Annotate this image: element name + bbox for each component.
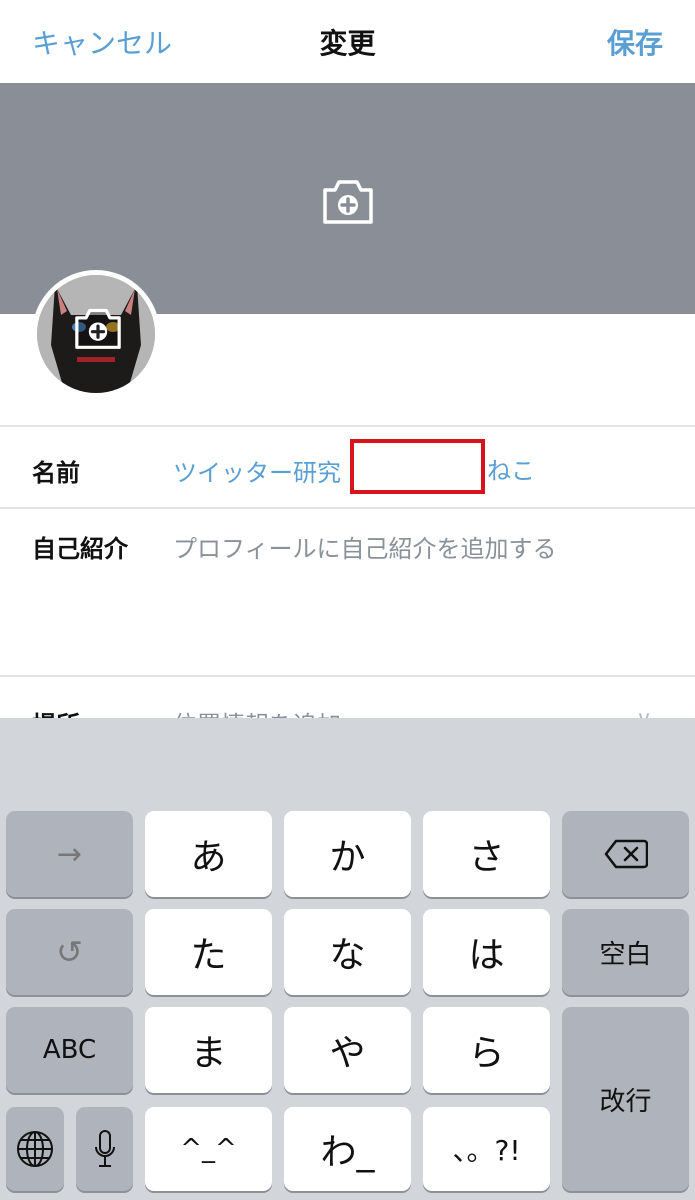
keyboard: → あ か さ ↺ た な は 空白 ABC ま や ら 改行 ^_^ わ_ 、… [0, 718, 695, 1200]
key-next[interactable]: → [6, 811, 133, 897]
key-ya[interactable]: や [284, 1007, 411, 1093]
microphone-icon [94, 1130, 115, 1167]
key-sa[interactable]: さ [423, 811, 550, 897]
globe-icon [17, 1131, 53, 1167]
key-punctuation[interactable]: 、。?! [423, 1107, 550, 1191]
key-backspace[interactable] [562, 811, 689, 897]
bio-input[interactable]: プロフィールに自己紹介を追加する [173, 529, 557, 564]
key-undo[interactable]: ↺ [6, 909, 133, 995]
avatar[interactable] [32, 270, 160, 398]
camera-add-icon[interactable] [321, 176, 375, 226]
name-input-suffix[interactable]: ねこ [487, 451, 535, 486]
key-kaomoji[interactable]: ^_^ [145, 1107, 272, 1191]
key-na[interactable]: な [284, 909, 411, 995]
key-ra[interactable]: ら [423, 1007, 550, 1093]
arrow-right-icon: → [56, 836, 83, 872]
name-field-row[interactable]: 名前 ツイッター研究 [0, 425, 695, 508]
undo-icon: ↺ [56, 933, 83, 971]
key-space[interactable]: 空白 [562, 909, 689, 995]
bio-field-row[interactable]: 自己紹介 プロフィールに自己紹介を追加する [0, 507, 695, 677]
key-globe[interactable] [6, 1107, 64, 1191]
key-wa[interactable]: わ_ [284, 1107, 411, 1191]
name-label: 名前 [32, 459, 80, 487]
key-ka[interactable]: か [284, 811, 411, 897]
backspace-icon [604, 839, 648, 869]
key-mic[interactable] [76, 1107, 133, 1191]
bio-label: 自己紹介 [32, 535, 128, 563]
name-input[interactable]: ツイッター研究 [173, 453, 341, 488]
key-ma[interactable]: ま [145, 1007, 272, 1093]
key-ta[interactable]: た [145, 909, 272, 995]
save-button[interactable]: 保存 [607, 22, 663, 62]
key-abc[interactable]: ABC [6, 1007, 133, 1093]
redaction-box [350, 439, 485, 494]
cancel-button[interactable]: キャンセル [32, 22, 172, 62]
key-ha[interactable]: は [423, 909, 550, 995]
key-return[interactable]: 改行 [562, 1007, 689, 1191]
avatar-image [37, 275, 155, 393]
nav-bar: キャンセル 変更 保存 [0, 0, 695, 83]
key-a[interactable]: あ [145, 811, 272, 897]
camera-add-icon[interactable] [73, 305, 123, 351]
